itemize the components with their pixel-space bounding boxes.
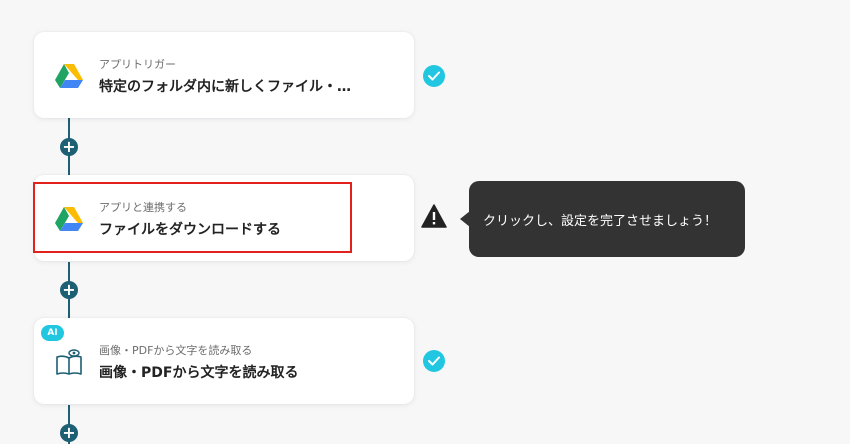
google-drive-icon <box>55 206 83 232</box>
step-subtitle: アプリトリガー <box>99 58 176 71</box>
step-card-ocr[interactable]: 画像・PDFから文字を読み取る 画像・PDFから文字を読み取る <box>34 318 414 404</box>
check-icon <box>423 350 445 372</box>
ai-badge: AI <box>41 325 64 341</box>
step-card-download[interactable]: アプリと連携する ファイルをダウンロードする <box>34 175 414 261</box>
tooltip-text: クリックし、設定を完了させましょう！ <box>483 213 718 229</box>
tooltip: クリックし、設定を完了させましょう！ <box>469 181 745 257</box>
step-title: 特定のフォルダ内に新しくファイル・… <box>99 79 351 95</box>
check-icon <box>423 65 445 87</box>
step-title: ファイルをダウンロードする <box>99 222 281 238</box>
step-subtitle: 画像・PDFから文字を読み取る <box>99 344 253 357</box>
add-step-button[interactable]: + <box>60 138 78 156</box>
add-step-button[interactable]: + <box>60 281 78 299</box>
step-title: 画像・PDFから文字を読み取る <box>99 365 299 381</box>
warning-icon <box>421 204 447 228</box>
book-eye-icon <box>55 348 83 375</box>
google-drive-icon <box>55 63 83 89</box>
add-step-button[interactable]: + <box>60 424 78 442</box>
step-subtitle: アプリと連携する <box>99 201 187 214</box>
step-card-trigger[interactable]: アプリトリガー 特定のフォルダ内に新しくファイル・… <box>34 32 414 118</box>
